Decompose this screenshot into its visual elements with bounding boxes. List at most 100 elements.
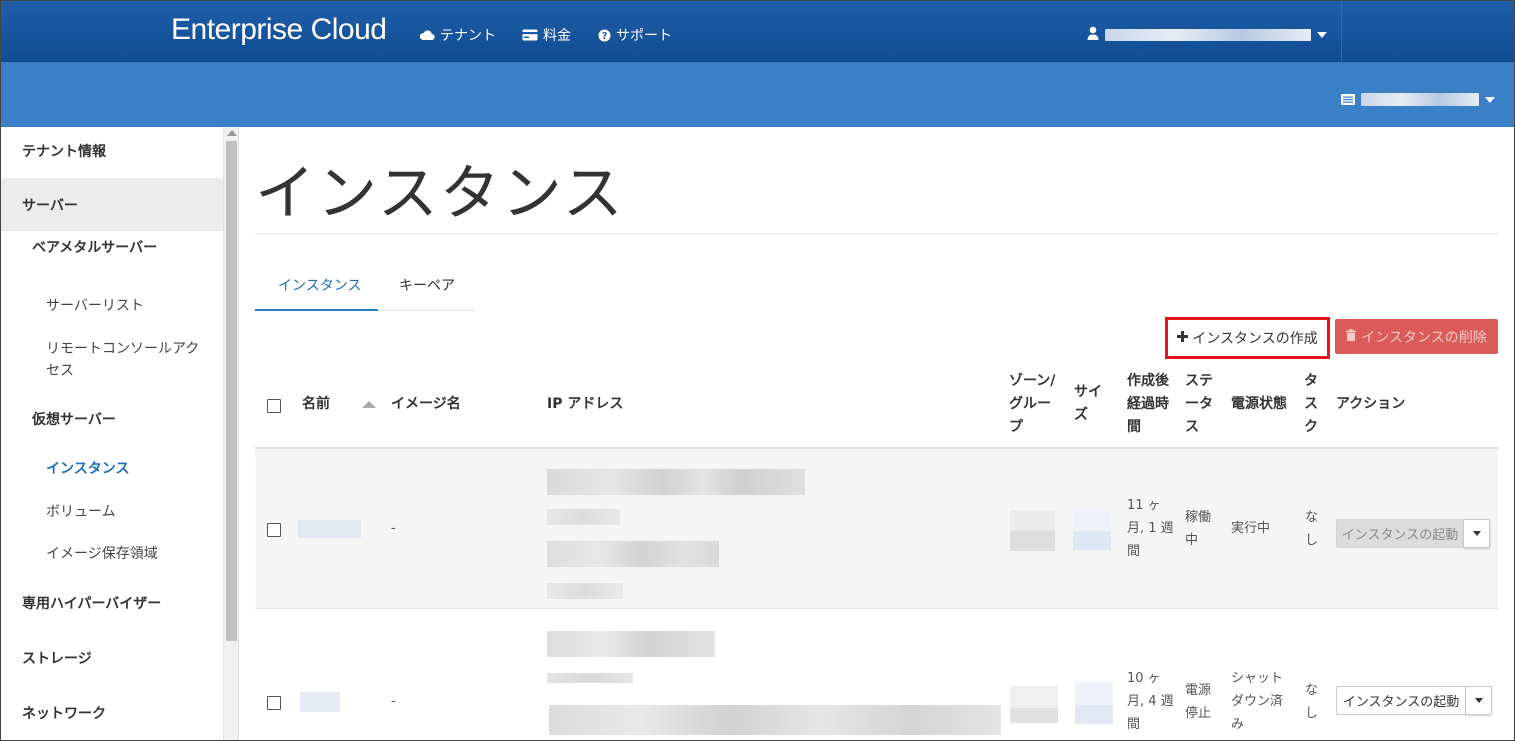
tenant-selector[interactable] bbox=[1341, 90, 1495, 109]
scroll-up-arrow-icon[interactable] bbox=[227, 130, 237, 136]
sidebar: テナント情報 サーバー ベアメタルサーバー サーバーリスト リモートコンソールア… bbox=[1, 127, 223, 740]
table-row: - 11 ヶ 月, 1 週 間 稼働 中 実行中 な し インスタンスの起動 bbox=[255, 449, 1498, 609]
sidebar-item-dedicated-hypervisor[interactable]: 専用ハイパーバイザー bbox=[1, 593, 223, 633]
sidebar-item-image-storage[interactable]: イメージ保存領域 bbox=[1, 543, 223, 573]
col-header-age-line: 作成後 bbox=[1127, 373, 1169, 389]
sidebar-item-label: リモートコンソールアク bbox=[46, 341, 200, 357]
col-header-zone-line: グルー bbox=[1009, 396, 1051, 412]
sidebar-item-network[interactable]: ネットワーク bbox=[1, 703, 223, 740]
row-action-dropdown[interactable] bbox=[1466, 686, 1492, 715]
nav-billing[interactable]: 料金 bbox=[522, 25, 571, 45]
col-header-size[interactable]: サイ ズ bbox=[1074, 381, 1102, 427]
create-instance-button[interactable]: インスタンスの作成 bbox=[1165, 317, 1330, 359]
sidebar-item-server[interactable]: サーバー bbox=[1, 178, 223, 231]
col-header-status-line: ス bbox=[1185, 419, 1199, 435]
sidebar-item-virtual-server[interactable]: 仮想サーバー bbox=[1, 409, 223, 439]
col-header-action: アクション bbox=[1336, 396, 1406, 412]
task-value: な し bbox=[1305, 679, 1318, 725]
tab-instances[interactable]: インスタンス bbox=[278, 275, 361, 295]
divider bbox=[1341, 1, 1342, 63]
brand-logo[interactable]: Enterprise Cloud bbox=[171, 13, 387, 47]
col-header-status[interactable]: ステ ータ ス bbox=[1185, 370, 1213, 439]
tab-bar: インスタンス キーペア bbox=[255, 267, 475, 311]
age-value-line: 間 bbox=[1127, 717, 1141, 732]
tab-keypairs[interactable]: キーペア bbox=[399, 275, 455, 295]
question-circle-icon: ? bbox=[598, 28, 611, 42]
status-value-line: 電源 bbox=[1185, 683, 1212, 698]
sidebar-item-baremetal[interactable]: ベアメタルサーバー bbox=[1, 237, 223, 277]
row-checkbox[interactable] bbox=[267, 696, 281, 710]
size-redacted bbox=[1073, 509, 1111, 550]
status-value-line: 稼働 bbox=[1185, 510, 1212, 525]
delete-instance-button[interactable]: インスタンスの削除 bbox=[1335, 319, 1498, 354]
sidebar-item-label: イメージ保存領域 bbox=[46, 546, 158, 562]
sidebar-item-remote-console[interactable]: リモートコンソールアク セス bbox=[1, 338, 223, 384]
plus-icon bbox=[1177, 330, 1189, 346]
sidebar-item-label-cont: セス bbox=[46, 363, 74, 379]
svg-text:?: ? bbox=[602, 30, 607, 41]
user-menu[interactable] bbox=[1087, 25, 1327, 44]
start-instance-button[interactable]: インスタンスの起動 bbox=[1336, 686, 1466, 715]
row-action-group: インスタンスの起動 bbox=[1336, 519, 1490, 548]
active-tab-indicator bbox=[255, 309, 378, 311]
col-header-power[interactable]: 電源状態 bbox=[1231, 393, 1287, 416]
col-header-zone[interactable]: ゾーン/ グルー プ bbox=[1009, 370, 1055, 439]
col-header-zone-line: ゾーン/ bbox=[1009, 373, 1056, 389]
col-header-age[interactable]: 作成後 経過時 間 bbox=[1127, 370, 1169, 439]
sidebar-scrollbar[interactable] bbox=[223, 127, 239, 740]
credit-card-icon bbox=[522, 29, 538, 41]
age-value-line: 月, 4 週 bbox=[1127, 694, 1174, 709]
scrollbar-thumb[interactable] bbox=[226, 141, 237, 641]
age-value-line: 間 bbox=[1127, 544, 1141, 559]
col-header-task[interactable]: タ ス ク bbox=[1304, 370, 1318, 439]
main-content: インスタンス インスタンス キーペア インスタンスの作成 インスタンスの削除 名… bbox=[239, 127, 1514, 740]
nav-billing-label: 料金 bbox=[543, 28, 571, 44]
col-header-status-line: ータ bbox=[1185, 396, 1213, 412]
age-value-line: 10 ヶ bbox=[1127, 671, 1161, 686]
sidebar-item-volumes[interactable]: ボリューム bbox=[1, 501, 223, 531]
trash-icon bbox=[1346, 328, 1357, 345]
zone-redacted bbox=[1010, 510, 1055, 551]
col-header-age-line: 経過時 bbox=[1127, 396, 1169, 412]
instance-name-redacted[interactable] bbox=[300, 692, 340, 712]
col-header-size-line: ズ bbox=[1074, 407, 1088, 423]
sort-ascending-icon[interactable] bbox=[362, 401, 376, 408]
sidebar-item-storage[interactable]: ストレージ bbox=[1, 648, 223, 688]
start-instance-button[interactable]: インスタンスの起動 bbox=[1336, 519, 1464, 548]
task-value-line: し bbox=[1305, 533, 1319, 548]
select-all-checkbox[interactable] bbox=[267, 399, 281, 413]
user-name-redacted bbox=[1105, 28, 1311, 41]
ip-address-redacted bbox=[547, 541, 719, 567]
chevron-down-icon bbox=[1472, 531, 1481, 536]
list-icon bbox=[1341, 90, 1355, 109]
tenant-name-redacted bbox=[1361, 93, 1479, 106]
nav-support[interactable]: ? サポート bbox=[598, 25, 672, 45]
sidebar-item-instances[interactable]: インスタンス bbox=[1, 458, 223, 488]
ip-address-redacted bbox=[547, 673, 633, 683]
col-header-image[interactable]: イメージ名 bbox=[391, 393, 461, 416]
sidebar-item-label: ネットワーク bbox=[22, 706, 106, 722]
power-state-line: み bbox=[1231, 717, 1245, 732]
status-value-line: 停止 bbox=[1185, 706, 1212, 721]
nav-tenant-label: テナント bbox=[440, 28, 496, 44]
col-header-size-line: サイ bbox=[1074, 384, 1102, 400]
ip-address-redacted bbox=[547, 469, 805, 495]
sidebar-item-server-list[interactable]: サーバーリスト bbox=[1, 295, 223, 331]
sidebar-item-label: ベアメタルサーバー bbox=[32, 240, 158, 256]
col-header-ip[interactable]: IP アドレス bbox=[547, 393, 623, 416]
cloud-icon bbox=[419, 29, 435, 41]
sidebar-item-label: 仮想サーバー bbox=[32, 412, 116, 428]
row-action-dropdown[interactable] bbox=[1464, 519, 1490, 548]
task-value: な し bbox=[1305, 506, 1318, 552]
power-state-value: シャット ダウン済 み bbox=[1231, 667, 1283, 736]
instance-name-redacted[interactable] bbox=[298, 520, 361, 538]
col-header-age-line: 間 bbox=[1127, 419, 1141, 435]
sidebar-item-tenant-info[interactable]: テナント情報 bbox=[1, 127, 223, 177]
col-header-task-line: ス bbox=[1304, 396, 1318, 412]
col-header-name[interactable]: 名前 bbox=[302, 393, 330, 416]
table-row: - 10 ヶ 月, 4 週 間 電源 停止 シャット ダウン済 み な し イン… bbox=[255, 610, 1498, 740]
nav-tenant[interactable]: テナント bbox=[419, 25, 496, 45]
task-value-line: な bbox=[1305, 683, 1319, 698]
row-checkbox[interactable] bbox=[267, 523, 281, 537]
image-name-value: - bbox=[391, 694, 396, 709]
